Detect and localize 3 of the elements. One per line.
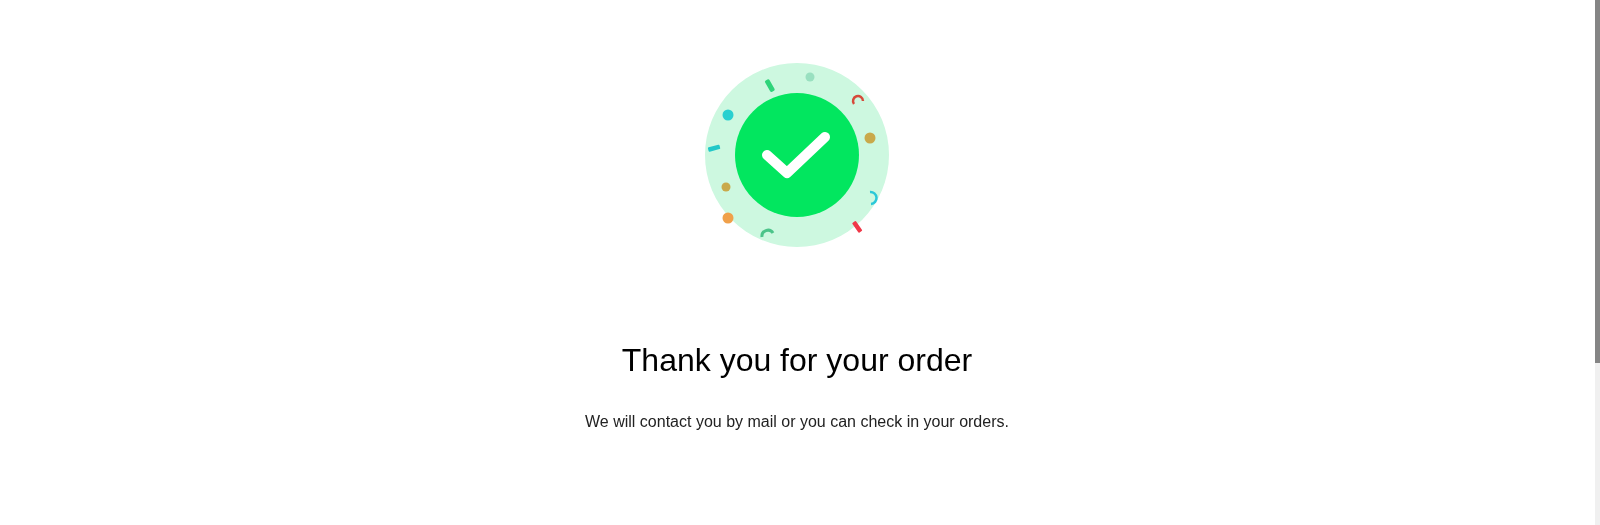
confirmation-message: We will contact you by mail or you can check in your orders. xyxy=(585,412,1009,432)
confirmation-title: Thank you for your order xyxy=(621,341,973,380)
scrollbar[interactable] xyxy=(1595,0,1600,525)
